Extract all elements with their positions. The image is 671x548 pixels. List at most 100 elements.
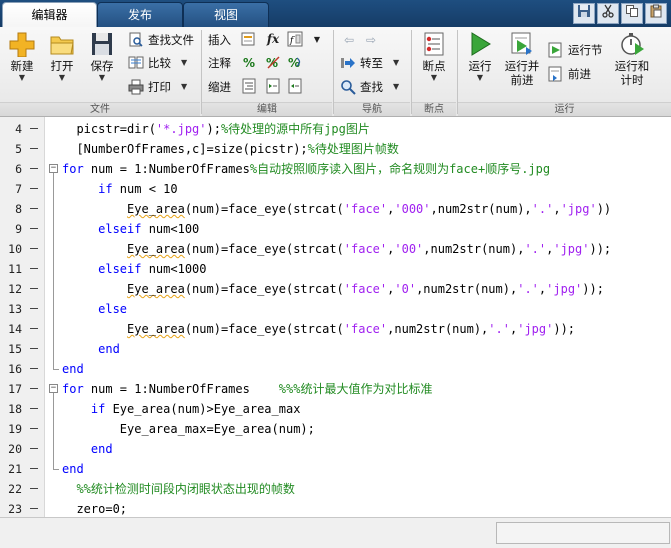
tab-view[interactable]: 视图 bbox=[183, 2, 269, 28]
breakpoint-slot[interactable] bbox=[30, 168, 38, 169]
code-line[interactable]: 11 elseif num<1000 bbox=[0, 259, 671, 279]
breakpoint-slot[interactable] bbox=[30, 188, 38, 189]
status-field bbox=[496, 522, 670, 544]
fold-toggle-icon[interactable]: − bbox=[49, 384, 58, 393]
forward-arrow-icon[interactable]: ⇨ bbox=[362, 31, 380, 49]
run-button[interactable]: 运行 ▼ bbox=[462, 31, 498, 82]
insert-button[interactable]: 插入 bbox=[208, 30, 231, 50]
open-button[interactable]: 打开 ▼ bbox=[44, 31, 80, 82]
code-line[interactable]: 8 Eye_area(num)=face_eye(strcat('face','… bbox=[0, 199, 671, 219]
fx-icon[interactable]: fx bbox=[264, 30, 282, 48]
tab-editor[interactable]: 编辑器 bbox=[2, 2, 97, 28]
code-token: num<1000 bbox=[141, 262, 207, 276]
uncomment-icon[interactable]: % bbox=[264, 54, 282, 72]
run-section-button[interactable]: 运行节 bbox=[548, 40, 603, 60]
new-button[interactable]: 新建 ▼ bbox=[4, 31, 40, 82]
run-and-advance-button[interactable]: 运行并 前进 bbox=[502, 31, 542, 87]
copy-icon[interactable] bbox=[621, 3, 643, 24]
code-line[interactable]: 21 end bbox=[0, 459, 671, 479]
breakpoint-slot[interactable] bbox=[30, 488, 38, 489]
breakpoint-slot[interactable] bbox=[30, 348, 38, 349]
breakpoint-slot[interactable] bbox=[30, 208, 38, 209]
line-number: 15 bbox=[8, 342, 22, 356]
breakpoint-slot[interactable] bbox=[30, 468, 38, 469]
breakpoint-slot[interactable] bbox=[30, 308, 38, 309]
save-button[interactable]: 保存 ▼ bbox=[84, 31, 120, 82]
code-text: Eye_area(num)=face_eye(strcat('face',num… bbox=[62, 319, 575, 339]
code-line[interactable]: 17 for num = 1:NumberOfFrames %%%统计最大值作为对… bbox=[0, 379, 671, 399]
increase-indent-icon[interactable] bbox=[264, 78, 282, 96]
code-line[interactable]: 16 end bbox=[0, 359, 671, 379]
breakpoint-slot[interactable] bbox=[30, 408, 38, 409]
breakpoint-slot[interactable] bbox=[30, 428, 38, 429]
code-line[interactable]: 10 Eye_area(num)=face_eye(strcat('face',… bbox=[0, 239, 671, 259]
code-line[interactable]: 5 [NumberOfFrames,c]=size(picstr);%待处理图片… bbox=[0, 139, 671, 159]
breakpoint-slot[interactable] bbox=[30, 248, 38, 249]
fold-guide-line bbox=[53, 173, 54, 369]
chevron-down-icon[interactable]: ▼ bbox=[308, 31, 326, 49]
code-line[interactable]: 14 Eye_area(num)=face_eye(strcat('face',… bbox=[0, 319, 671, 339]
chevron-down-icon: ▼ bbox=[98, 73, 106, 82]
save-icon[interactable] bbox=[573, 3, 595, 24]
code-token: Eye_area(num)>Eye_area_max bbox=[105, 402, 301, 416]
code-editor[interactable]: 4 picstr=dir('*.jpg');%待处理的源中所有jpg图片 5 [N… bbox=[0, 117, 671, 517]
breakpoint-slot[interactable] bbox=[30, 368, 38, 369]
code-line[interactable]: 7 if num < 10 bbox=[0, 179, 671, 199]
code-text: else bbox=[62, 299, 127, 319]
line-number: 8 bbox=[15, 202, 22, 216]
code-line[interactable]: 18 if Eye_area(num)>Eye_area_max bbox=[0, 399, 671, 419]
cut-icon[interactable] bbox=[597, 3, 619, 24]
paste-icon[interactable] bbox=[645, 3, 667, 24]
compare-icon bbox=[128, 55, 144, 71]
breakpoint-slot[interactable] bbox=[30, 228, 38, 229]
line-number: 10 bbox=[8, 242, 22, 256]
function-icon[interactable]: f bbox=[286, 31, 304, 49]
advance-button[interactable]: 前进 bbox=[548, 64, 591, 84]
code-line[interactable]: 20 end bbox=[0, 439, 671, 459]
code-line[interactable]: 23 zero=0; bbox=[0, 499, 671, 517]
code-token: Eye_area bbox=[127, 282, 185, 296]
goto-button[interactable]: 转至 ▼ bbox=[340, 53, 399, 73]
code-line[interactable]: 13 else bbox=[0, 299, 671, 319]
print-button[interactable]: 打印 ▼ bbox=[128, 77, 187, 97]
breakpoints-group: 断点 ▼ 断点 bbox=[412, 27, 456, 116]
back-arrow-icon[interactable]: ⇦ bbox=[340, 31, 358, 49]
comment-button[interactable]: 注释 bbox=[208, 53, 231, 73]
run-and-time-button[interactable]: 运行和 计时 bbox=[610, 31, 654, 87]
smart-indent-icon[interactable] bbox=[240, 78, 258, 96]
fold-toggle-icon[interactable]: − bbox=[49, 164, 58, 173]
code-text: if Eye_area(num)>Eye_area_max bbox=[62, 399, 301, 419]
code-line[interactable]: 12 Eye_area(num)=face_eye(strcat('face',… bbox=[0, 279, 671, 299]
code-line[interactable]: 9 elseif num<100 bbox=[0, 219, 671, 239]
code-line[interactable]: 4 picstr=dir('*.jpg');%待处理的源中所有jpg图片 bbox=[0, 119, 671, 139]
breakpoint-slot[interactable] bbox=[30, 448, 38, 449]
indent-button[interactable]: 缩进 bbox=[208, 77, 231, 97]
find-files-button[interactable]: 查找文件 bbox=[128, 30, 194, 50]
breakpoint-slot[interactable] bbox=[30, 268, 38, 269]
tab-publish[interactable]: 发布 bbox=[97, 2, 183, 28]
code-line[interactable]: 6 for num = 1:NumberOfFrames%自动按照顺序读入图片，命… bbox=[0, 159, 671, 179]
code-line[interactable]: 22 %%统计检测时间段内闭眼状态出现的帧数 bbox=[0, 479, 671, 499]
decrease-indent-icon[interactable] bbox=[286, 78, 304, 96]
breakpoint-slot[interactable] bbox=[30, 148, 38, 149]
code-token: picstr=dir( bbox=[62, 122, 156, 136]
find-button[interactable]: 查找 ▼ bbox=[340, 77, 399, 97]
string-token: '000' bbox=[394, 202, 431, 216]
code-token: (num)=face_eye(strcat( bbox=[184, 202, 344, 216]
breakpoint-slot[interactable] bbox=[30, 128, 38, 129]
insert-section-icon[interactable] bbox=[240, 31, 258, 49]
breakpoint-slot[interactable] bbox=[30, 388, 38, 389]
breakpoint-slot[interactable] bbox=[30, 508, 38, 509]
comment-percent-icon[interactable]: % bbox=[240, 54, 258, 72]
file-group: 新建 ▼ 打开 ▼ 保存 ▼ 查找文件 比较 ▼ 打印 ▼ 文件 bbox=[0, 27, 200, 116]
code-line[interactable]: 19 Eye_area_max=Eye_area(num); bbox=[0, 419, 671, 439]
breakpoint-slot[interactable] bbox=[30, 288, 38, 289]
breakpoints-button[interactable]: 断点 ▼ bbox=[416, 31, 452, 82]
code-line[interactable]: 15 end bbox=[0, 339, 671, 359]
wrap-comment-icon[interactable]: % bbox=[286, 54, 304, 72]
breakpoint-slot[interactable] bbox=[30, 328, 38, 329]
compare-button[interactable]: 比较 ▼ bbox=[128, 53, 187, 73]
